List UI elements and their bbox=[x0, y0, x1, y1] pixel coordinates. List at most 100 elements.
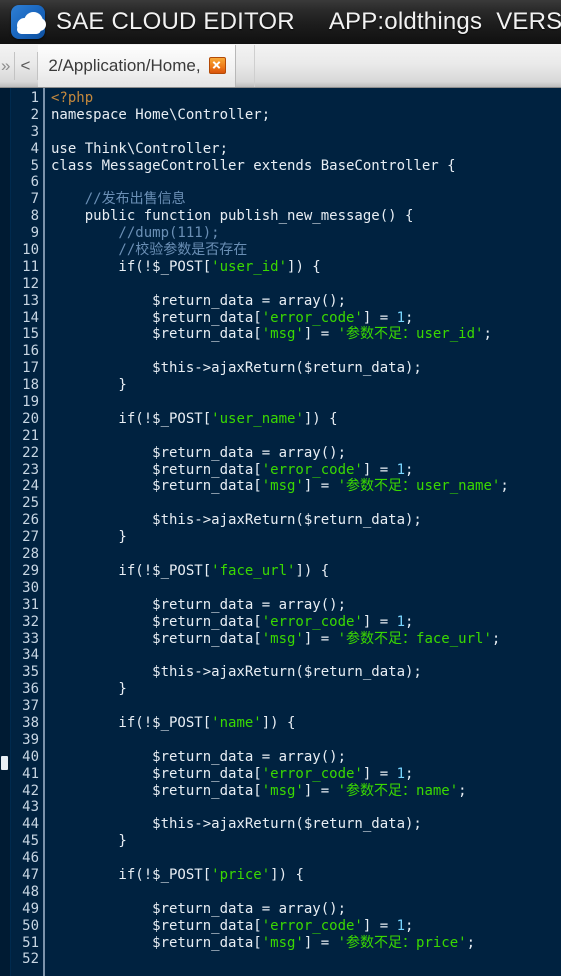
code-line[interactable]: $this->ajaxReturn($return_data); bbox=[51, 664, 561, 681]
code-token: use Think\Controller; bbox=[51, 140, 229, 157]
code-token: '参数不足：user_name' bbox=[337, 478, 501, 495]
code-token: //dump(111); bbox=[51, 225, 220, 242]
code-line[interactable]: $return_data['error_code'] = 1; bbox=[51, 310, 561, 327]
code-line[interactable]: if(!$_POST['user_name']) { bbox=[51, 411, 561, 428]
code-line[interactable] bbox=[51, 799, 561, 816]
code-line[interactable]: if(!$_POST['price']) { bbox=[51, 867, 561, 884]
code-token: $return_data[ bbox=[51, 630, 262, 647]
code-line[interactable] bbox=[51, 850, 561, 867]
code-line[interactable]: $return_data['msg'] = '参数不足：name'; bbox=[51, 783, 561, 800]
line-number: 51 bbox=[22, 934, 39, 951]
line-number: 18 bbox=[22, 377, 39, 394]
code-line[interactable]: $return_data['error_code'] = 1; bbox=[51, 918, 561, 935]
line-number: 44 bbox=[22, 816, 39, 833]
code-token: ; bbox=[405, 765, 414, 782]
code-line[interactable]: public function publish_new_message() { bbox=[51, 208, 561, 225]
code-line[interactable] bbox=[51, 276, 561, 293]
code-token: $return_data[ bbox=[51, 613, 262, 630]
code-line[interactable] bbox=[51, 495, 561, 512]
code-line[interactable]: $return_data['error_code'] = 1; bbox=[51, 614, 561, 631]
code-line[interactable]: $return_data = array(); bbox=[51, 901, 561, 918]
code-line[interactable] bbox=[51, 580, 561, 597]
code-line[interactable]: $this->ajaxReturn($return_data); bbox=[51, 360, 561, 377]
code-token: class MessageController extends BaseCont… bbox=[51, 157, 456, 174]
code-line[interactable]: $return_data = array(); bbox=[51, 597, 561, 614]
code-line[interactable] bbox=[51, 951, 561, 968]
back-arrow-icon[interactable]: < bbox=[14, 51, 39, 80]
code-token: $return_data[ bbox=[51, 917, 262, 934]
code-token: '参数不足：name' bbox=[337, 782, 459, 799]
code-line[interactable]: $return_data['error_code'] = 1; bbox=[51, 766, 561, 783]
scroll-marker[interactable] bbox=[1, 756, 8, 770]
code-line[interactable]: $return_data = array(); bbox=[51, 445, 561, 462]
title-bar: SAE CLOUD EDITOR APP:oldthings VERSIO bbox=[0, 0, 561, 44]
code-token: public function publish_new_message() { bbox=[51, 208, 414, 225]
code-line[interactable]: } bbox=[51, 833, 561, 850]
code-line[interactable]: $return_data['msg'] = '参数不足：user_name'; bbox=[51, 478, 561, 495]
code-token: ; bbox=[405, 309, 414, 326]
code-token: ] = bbox=[303, 630, 338, 647]
code-line[interactable] bbox=[51, 174, 561, 191]
code-line[interactable]: $return_data = array(); bbox=[51, 293, 561, 310]
code-line[interactable] bbox=[51, 698, 561, 715]
line-number: 19 bbox=[22, 394, 39, 411]
code-token: $return_data[ bbox=[51, 326, 262, 343]
code-line[interactable] bbox=[51, 884, 561, 901]
code-line[interactable] bbox=[51, 343, 561, 360]
code-line[interactable]: } bbox=[51, 681, 561, 698]
code-line[interactable]: //校验参数是否存在 bbox=[51, 242, 561, 259]
code-line[interactable]: if(!$_POST['face_url']) { bbox=[51, 563, 561, 580]
code-editor[interactable]: 1 2 3 4 5 6 7 8 9 10 11 12 13 14 15 16 17 18 19 20 21 22 23 24 2… bbox=[0, 88, 561, 976]
code-line[interactable]: } bbox=[51, 529, 561, 546]
code-line[interactable]: $return_data['msg'] = '参数不足：face_url'; bbox=[51, 631, 561, 648]
code-token: $this->ajaxReturn($return_data); bbox=[51, 664, 422, 681]
code-content[interactable]: <?php namespace Home\Controller; use Thin… bbox=[45, 88, 561, 976]
code-token: ]) { bbox=[270, 866, 304, 883]
code-line[interactable]: //dump(111); bbox=[51, 225, 561, 242]
code-token: 'user_id' bbox=[211, 258, 288, 275]
code-line[interactable]: $this->ajaxReturn($return_data); bbox=[51, 816, 561, 833]
code-token: ] = bbox=[362, 309, 397, 326]
code-line[interactable]: } bbox=[51, 377, 561, 394]
code-line[interactable]: if(!$_POST['user_id']) { bbox=[51, 259, 561, 276]
code-line[interactable]: $return_data['error_code'] = 1; bbox=[51, 462, 561, 479]
code-line[interactable]: //发布出售信息 bbox=[51, 191, 561, 208]
overflow-chevron-icon[interactable]: » bbox=[0, 57, 14, 74]
code-line[interactable] bbox=[51, 124, 561, 141]
code-line[interactable]: if(!$_POST['name']) { bbox=[51, 715, 561, 732]
code-line[interactable]: $this->ajaxReturn($return_data); bbox=[51, 512, 561, 529]
tab-application-home[interactable]: 2/Application/Home, bbox=[38, 44, 236, 87]
close-icon[interactable] bbox=[208, 57, 226, 74]
line-number: 43 bbox=[22, 799, 39, 816]
line-number: 52 bbox=[22, 951, 39, 968]
code-token: } bbox=[51, 377, 127, 394]
code-line[interactable]: class MessageController extends BaseCont… bbox=[51, 158, 561, 175]
code-token: if(!$_POST[ bbox=[51, 866, 212, 883]
code-line[interactable]: namespace Home\Controller; bbox=[51, 107, 561, 124]
cloud-logo-icon bbox=[11, 5, 46, 39]
line-number: 6 bbox=[30, 174, 39, 191]
code-token: <?php bbox=[51, 90, 94, 106]
code-line[interactable] bbox=[51, 732, 561, 749]
line-number: 34 bbox=[22, 647, 39, 664]
code-line[interactable]: $return_data['msg'] = '参数不足：price'; bbox=[51, 935, 561, 952]
line-number: 10 bbox=[22, 242, 39, 259]
tab-bar-empty-area bbox=[253, 44, 561, 87]
line-number: 50 bbox=[22, 917, 39, 934]
code-line[interactable] bbox=[51, 647, 561, 664]
line-number: 11 bbox=[22, 258, 39, 275]
code-line[interactable] bbox=[51, 428, 561, 445]
code-line[interactable]: <?php bbox=[51, 90, 561, 107]
code-token: ] = bbox=[303, 782, 338, 799]
code-line[interactable] bbox=[51, 546, 561, 563]
line-number: 15 bbox=[22, 326, 39, 343]
code-token: 1 bbox=[396, 309, 406, 326]
code-line[interactable]: $return_data['msg'] = '参数不足：user_id'; bbox=[51, 326, 561, 343]
code-line[interactable]: $return_data = array(); bbox=[51, 749, 561, 766]
code-line[interactable]: use Think\Controller; bbox=[51, 141, 561, 158]
line-number-gutter: 1 2 3 4 5 6 7 8 9 10 11 12 13 14 15 16 17 18 19 20 21 22 23 24 2… bbox=[11, 88, 45, 976]
code-line[interactable] bbox=[51, 394, 561, 411]
fold-rail[interactable] bbox=[0, 88, 11, 976]
line-number: 9 bbox=[30, 225, 39, 242]
line-number: 25 bbox=[22, 495, 39, 512]
